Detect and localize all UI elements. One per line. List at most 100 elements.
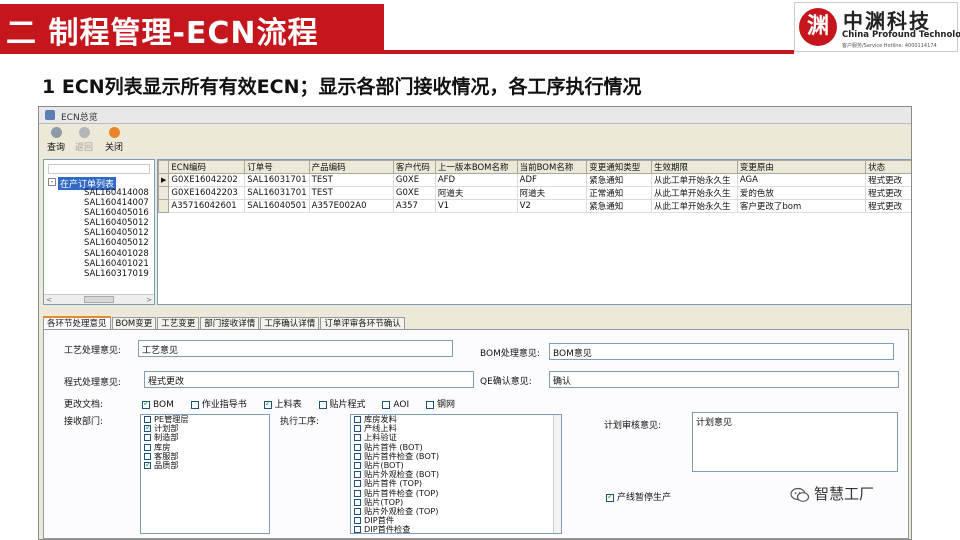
back-button[interactable]: 返回 bbox=[69, 127, 99, 153]
query-button[interactable]: 查询 bbox=[41, 127, 71, 153]
checkbox-checked-icon bbox=[144, 423, 152, 433]
company-logo: 渊 中渊科技 China Profound Technology 客户服务/Se… bbox=[794, 2, 960, 52]
table-cell: 从此工单开始永久生 bbox=[651, 186, 738, 200]
table-cell: AFD bbox=[434, 173, 518, 187]
tree-item[interactable]: SAL160317019 bbox=[84, 269, 149, 279]
slide-title: 二 制程管理-ECN流程 bbox=[6, 16, 319, 51]
close-button-label: 关闭 bbox=[104, 143, 123, 153]
logo-mark-icon: 渊 bbox=[799, 8, 837, 46]
plan-review-field[interactable]: 计划意见 bbox=[692, 412, 898, 472]
close-icon bbox=[108, 127, 120, 138]
column-header[interactable]: 状态 bbox=[865, 160, 911, 174]
table-cell: ADF bbox=[516, 173, 588, 187]
doc-bom-checkbox[interactable]: BOM bbox=[142, 399, 174, 410]
watermark: 智慧工厂 bbox=[790, 483, 874, 504]
process-list-scrollbar[interactable] bbox=[553, 415, 561, 533]
detail-tabs: 各环节处理意见 BOM变更 工艺变更 部门接收详情 工序确认详情 订单评审各环节确认 bbox=[43, 316, 406, 331]
table-row[interactable]: G0XE16042203 SAL16031701 TEST G0XE 阿道夫 阿… bbox=[157, 186, 911, 200]
doc-stencil-checkbox[interactable]: 钢网 bbox=[426, 400, 455, 410]
department-item[interactable]: 品质部 bbox=[141, 459, 269, 470]
doc-smt-program-checkbox[interactable]: 贴片程式 bbox=[318, 400, 366, 410]
ecn-table: ECN编码 订单号 产品编码 客户代码 上一版本BOM名称 当前BOM名称 变更… bbox=[157, 160, 911, 213]
table-cell: AGA bbox=[736, 173, 867, 187]
scroll-right-icon[interactable]: > bbox=[145, 296, 153, 304]
checkbox-icon bbox=[426, 400, 435, 409]
tree-item[interactable]: SAL160414007 bbox=[84, 198, 149, 208]
tree-item[interactable]: SAL160405012 bbox=[84, 228, 149, 238]
checkbox-icon bbox=[354, 461, 361, 469]
table-cell: 从此工单开始永久生 bbox=[651, 173, 738, 187]
checkbox-icon bbox=[144, 416, 151, 423]
tree-item[interactable]: SAL160405012 bbox=[84, 218, 149, 228]
plan-review-label: 计划审核意见: bbox=[604, 421, 662, 431]
current-row-icon: ▶ bbox=[157, 173, 170, 187]
bom-opinion-field[interactable]: BOM意见 bbox=[549, 343, 894, 360]
column-header[interactable]: 当前BOM名称 bbox=[516, 160, 588, 174]
table-cell: G0XE16042203 bbox=[168, 186, 246, 200]
search-icon bbox=[50, 127, 62, 138]
program-opinion-field[interactable]: 程式更改 bbox=[144, 371, 474, 388]
column-header[interactable]: ECN编码 bbox=[168, 160, 246, 174]
tree-item[interactable]: SAL160414008 bbox=[84, 188, 149, 198]
column-header[interactable]: 变更原由 bbox=[736, 160, 867, 174]
table-row[interactable]: A35716042601 SAL16040501 A357E002A0 A357… bbox=[157, 199, 911, 213]
tree-search-input[interactable] bbox=[48, 164, 150, 174]
column-header[interactable]: 客户代码 bbox=[392, 160, 436, 174]
scroll-left-icon[interactable]: < bbox=[45, 296, 53, 304]
checkbox-icon bbox=[354, 452, 361, 460]
tree-item[interactable]: SAL160401021 bbox=[84, 259, 149, 269]
process-opinion-field[interactable]: 工艺意见 bbox=[138, 340, 453, 357]
table-cell: SAL16040501 bbox=[244, 199, 310, 213]
table-cell: G0XE bbox=[392, 173, 436, 187]
back-button-label: 返回 bbox=[74, 143, 93, 153]
doc-smt-program-label: 贴片程式 bbox=[329, 400, 366, 410]
pause-line-checkbox[interactable]: 产线暂停生产 bbox=[606, 490, 671, 503]
checkbox-icon bbox=[144, 443, 151, 451]
table-row[interactable]: ▶ G0XE16042202 SAL16031701 TEST G0XE AFD… bbox=[157, 173, 911, 187]
close-button[interactable]: 关闭 bbox=[99, 127, 129, 153]
tab-section-opinions[interactable]: 各环节处理意见 bbox=[43, 316, 111, 330]
doc-sop-label: 作业指导书 bbox=[201, 400, 247, 410]
column-header[interactable]: 生效期限 bbox=[651, 160, 738, 174]
table-cell: A357 bbox=[392, 199, 436, 213]
table-header-row: ECN编码 订单号 产品编码 客户代码 上一版本BOM名称 当前BOM名称 变更… bbox=[157, 160, 911, 174]
tab-content: 工艺处理意见: 工艺意见 BOM处理意见: BOM意见 程式处理意见: 程式更改… bbox=[43, 329, 909, 539]
doc-sop-checkbox[interactable]: 作业指导书 bbox=[190, 400, 247, 410]
doc-aoi-checkbox[interactable]: AOI bbox=[382, 400, 409, 410]
column-header[interactable]: 上一版本BOM名称 bbox=[434, 160, 518, 174]
watermark-text: 智慧工厂 bbox=[814, 485, 875, 503]
department-label: 品质部 bbox=[154, 459, 179, 470]
tree-item[interactable]: SAL160405012 bbox=[84, 238, 149, 248]
tree-item[interactable]: SAL160401028 bbox=[84, 249, 149, 259]
column-header[interactable]: 产品编码 bbox=[308, 160, 394, 174]
qe-opinion-field[interactable]: 确认 bbox=[549, 371, 899, 388]
table-cell: V1 bbox=[434, 199, 518, 213]
table-cell: V2 bbox=[516, 199, 588, 213]
row-marker-cell bbox=[157, 199, 170, 213]
receive-dept-label: 接收部门: bbox=[64, 417, 104, 427]
window-title: ECN总览 bbox=[61, 113, 98, 123]
table-cell: 程式更改 bbox=[865, 199, 911, 213]
checkbox-checked-icon bbox=[142, 399, 150, 409]
change-docs-label: 更改文档: bbox=[64, 400, 104, 410]
checkbox-icon bbox=[318, 400, 327, 409]
table-cell: 正常通知 bbox=[586, 186, 653, 200]
tree-root-node[interactable]: - 在产订单列表 bbox=[48, 177, 117, 190]
checkbox-icon bbox=[354, 480, 361, 488]
column-header[interactable]: 订单号 bbox=[244, 160, 310, 174]
checkbox-icon bbox=[354, 489, 361, 497]
checkbox-icon bbox=[354, 517, 361, 525]
title-banner: 二 制程管理-ECN流程 渊 中渊科技 China Profound Techn… bbox=[0, 0, 960, 62]
tree-item[interactable]: SAL160405016 bbox=[84, 208, 149, 218]
table-cell: A357E002A0 bbox=[308, 199, 394, 213]
collapse-icon[interactable]: - bbox=[48, 177, 56, 186]
order-tree-list: SAL160414008 SAL160414007 SAL160405016 S… bbox=[84, 188, 149, 279]
table-cell: G0XE16042202 bbox=[168, 173, 246, 187]
checkbox-checked-icon bbox=[606, 492, 614, 502]
tree-horizontal-scrollbar[interactable]: < > bbox=[44, 294, 154, 304]
checkbox-icon bbox=[354, 507, 361, 515]
column-header[interactable]: 变更通知类型 bbox=[586, 160, 653, 174]
process-item[interactable]: DIP首件检查 bbox=[351, 525, 561, 533]
scroll-thumb[interactable] bbox=[84, 296, 114, 303]
doc-feeder-checkbox[interactable]: 上料表 bbox=[263, 399, 302, 410]
